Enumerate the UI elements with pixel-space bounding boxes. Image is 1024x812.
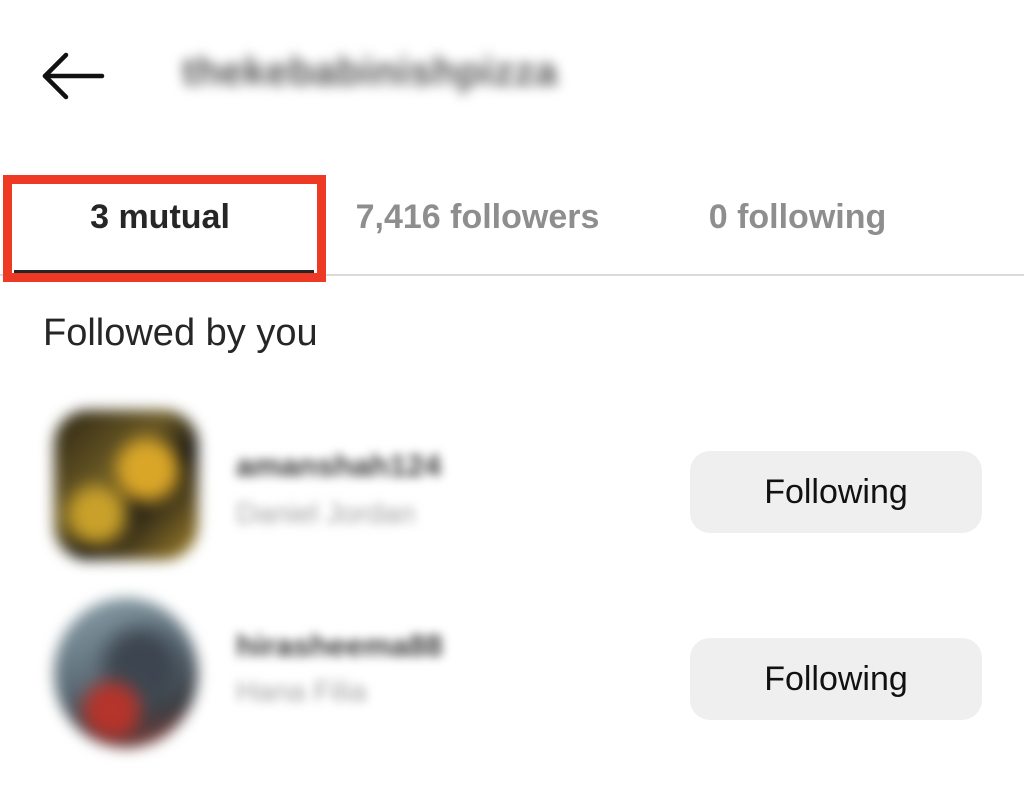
header: thekebabinishpizza (0, 0, 1024, 150)
page-title: thekebabinishpizza (182, 50, 558, 94)
username[interactable]: amanshah124 (236, 448, 441, 484)
list-item[interactable]: hirasheema88 Hana Filia Following (0, 598, 1024, 758)
following-button[interactable]: Following (690, 451, 982, 533)
full-name: Hana Filia (236, 676, 367, 708)
list-item[interactable]: amanshah124 Daniel Jordan Following (0, 410, 1024, 570)
tab-mutual[interactable]: 3 mutual (0, 160, 320, 274)
following-button[interactable]: Following (690, 638, 982, 720)
active-tab-indicator (14, 270, 314, 274)
arrow-left-icon (42, 52, 105, 100)
back-button[interactable] (36, 44, 108, 108)
username[interactable]: hirasheema88 (236, 628, 443, 664)
avatar[interactable] (54, 598, 198, 748)
tab-following[interactable]: 0 following (635, 160, 960, 274)
section-title: Followed by you (43, 312, 318, 354)
full-name: Daniel Jordan (236, 498, 415, 530)
tab-followers[interactable]: 7,416 followers (320, 160, 635, 274)
tab-bar: 3 mutual 7,416 followers 0 following (0, 160, 1024, 276)
avatar[interactable] (54, 410, 198, 560)
